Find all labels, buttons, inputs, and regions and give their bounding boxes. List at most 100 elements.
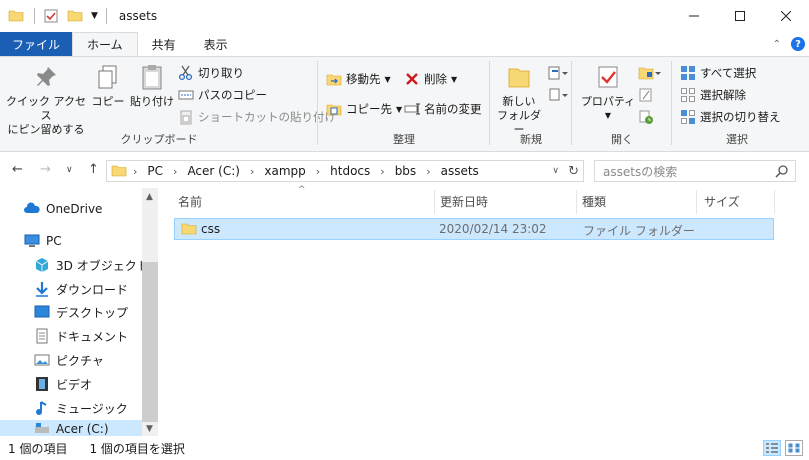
maximize-button[interactable] bbox=[717, 0, 763, 32]
copy-to-icon bbox=[326, 104, 342, 116]
details-view-button[interactable] bbox=[763, 440, 781, 456]
column-divider[interactable] bbox=[434, 190, 435, 214]
breadcrumb-chevron-icon[interactable]: › bbox=[250, 165, 254, 178]
column-header-type[interactable]: 種類 bbox=[582, 188, 694, 214]
group-new: 新しい フォルダー 新規 bbox=[490, 57, 572, 151]
nav-scrollbar[interactable]: ▲ ▼ bbox=[142, 188, 158, 436]
breadcrumb-assets[interactable]: assets bbox=[441, 164, 479, 178]
cloud-icon bbox=[24, 202, 40, 213]
nav-item-music[interactable]: ミュージック bbox=[34, 397, 128, 419]
breadcrumb-chevron-icon[interactable]: › bbox=[316, 165, 320, 178]
scroll-up-icon[interactable]: ▲ bbox=[146, 192, 153, 202]
copy-to-button[interactable]: コピー先 ▼ bbox=[326, 99, 402, 119]
scroll-down-icon[interactable]: ▼ bbox=[146, 424, 153, 434]
select-none-button[interactable]: 選択解除 bbox=[680, 85, 746, 105]
paste-shortcut-button[interactable]: ショートカットの貼り付け bbox=[178, 107, 336, 127]
properties-icon bbox=[598, 66, 618, 88]
select-all-button[interactable]: すべて選択 bbox=[680, 63, 756, 83]
column-divider[interactable] bbox=[696, 190, 697, 214]
tab-view[interactable]: 表示 bbox=[190, 32, 242, 56]
nav-item-videos[interactable]: ビデオ bbox=[34, 373, 92, 395]
address-history-chevron-icon[interactable]: ∨ bbox=[552, 166, 559, 176]
picture-icon bbox=[34, 354, 50, 366]
properties-icon[interactable] bbox=[43, 8, 59, 24]
forward-arrow-icon[interactable]: → bbox=[40, 162, 51, 177]
recent-chevron-icon[interactable]: ∨ bbox=[66, 165, 73, 175]
copy-to-label: コピー先 bbox=[346, 102, 392, 116]
minimize-button[interactable] bbox=[671, 0, 717, 32]
tab-share[interactable]: 共有 bbox=[138, 32, 190, 56]
delete-button[interactable]: 削除 ▼ bbox=[404, 69, 457, 89]
file-name: css bbox=[201, 222, 221, 236]
back-arrow-icon[interactable]: ← bbox=[12, 162, 23, 177]
cut-button[interactable]: 切り取り bbox=[178, 63, 244, 83]
delete-x-icon bbox=[406, 73, 418, 85]
nav-item-pictures[interactable]: ピクチャ bbox=[34, 349, 104, 371]
move-to-button[interactable]: 移動先 ▼ bbox=[326, 69, 391, 89]
nav-item-pc[interactable]: PC bbox=[24, 230, 62, 252]
history-icon[interactable] bbox=[638, 109, 654, 125]
copy-path-button[interactable]: パスのコピー bbox=[178, 85, 267, 105]
dropdown-chevron-icon: ▼ bbox=[384, 74, 391, 84]
column-header-name[interactable]: 名前 bbox=[178, 188, 434, 214]
refresh-icon[interactable]: ↻ bbox=[568, 164, 579, 179]
download-arrow-icon bbox=[36, 282, 48, 297]
column-divider[interactable] bbox=[576, 190, 577, 214]
breadcrumb-chevron-icon[interactable]: › bbox=[426, 165, 430, 178]
copy-button[interactable]: コピー bbox=[88, 63, 128, 109]
large-icons-view-button[interactable] bbox=[785, 440, 803, 456]
help-icon[interactable]: ? bbox=[791, 37, 805, 51]
collapse-ribbon-chevron-icon[interactable]: ⌃ bbox=[773, 39, 781, 50]
nav-item-documents[interactable]: ドキュメント bbox=[34, 325, 128, 347]
pin-label-line1: クイック アクセス bbox=[6, 95, 86, 122]
rename-label: 名前の変更 bbox=[424, 102, 482, 116]
divider bbox=[105, 8, 107, 24]
scrollbar-thumb[interactable] bbox=[142, 262, 158, 422]
breadcrumb-chevron-icon[interactable]: › bbox=[173, 165, 177, 178]
column-divider[interactable] bbox=[774, 190, 775, 214]
breadcrumb-acer-c[interactable]: Acer (C:) bbox=[187, 164, 240, 178]
invert-selection-label: 選択の切り替え bbox=[700, 110, 781, 124]
properties-button[interactable]: プロパティ ▼ bbox=[580, 63, 636, 123]
tab-home[interactable]: ホーム bbox=[72, 32, 138, 56]
nav-item-acer-c[interactable]: Acer (C:) bbox=[34, 421, 109, 437]
breadcrumb-bbs[interactable]: bbs bbox=[395, 164, 417, 178]
nav-item-desktop[interactable]: デスクトップ bbox=[34, 301, 128, 323]
invert-selection-button[interactable]: 選択の切り替え bbox=[680, 107, 781, 127]
breadcrumb-pc[interactable]: PC bbox=[147, 164, 163, 178]
nav-item-downloads[interactable]: ダウンロード bbox=[34, 278, 128, 300]
breadcrumb-chevron-icon[interactable]: › bbox=[380, 165, 384, 178]
edit-icon[interactable] bbox=[638, 87, 654, 103]
customize-qa-chevron-icon[interactable]: ▼ bbox=[91, 11, 98, 21]
cube-icon bbox=[35, 258, 49, 272]
table-row[interactable]: css 2020/02/14 23:02 ファイル フォルダー bbox=[174, 218, 774, 240]
column-header-modified[interactable]: 更新日時 bbox=[440, 188, 576, 214]
paste-button[interactable]: 貼り付け bbox=[130, 63, 174, 109]
copy-icon bbox=[98, 65, 117, 89]
minimize-icon bbox=[689, 15, 699, 17]
up-arrow-icon[interactable]: ↑ bbox=[88, 162, 99, 177]
breadcrumb-htdocs[interactable]: htdocs bbox=[330, 164, 370, 178]
invert-selection-icon bbox=[681, 110, 695, 124]
easy-access-icon[interactable] bbox=[548, 87, 568, 103]
address-bar[interactable]: › PC › Acer (C:) › xampp › htdocs › bbs … bbox=[106, 160, 584, 182]
close-button[interactable] bbox=[763, 0, 809, 32]
nav-label: ドキュメント bbox=[56, 329, 129, 344]
new-item-icon[interactable] bbox=[548, 65, 568, 81]
nav-item-onedrive[interactable]: OneDrive bbox=[24, 198, 102, 220]
breadcrumb-chevron-icon[interactable]: › bbox=[133, 165, 137, 178]
nav-label: ミュージック bbox=[56, 401, 128, 416]
breadcrumb-xampp[interactable]: xampp bbox=[264, 164, 305, 178]
column-label: サイズ bbox=[704, 194, 740, 209]
search-input[interactable]: assetsの検索 bbox=[594, 160, 796, 182]
column-header-size[interactable]: サイズ bbox=[704, 188, 774, 214]
column-label: 更新日時 bbox=[440, 194, 489, 209]
tab-file[interactable]: ファイル bbox=[0, 32, 73, 56]
new-folder-icon[interactable] bbox=[67, 8, 83, 24]
new-folder-button[interactable]: 新しい フォルダー bbox=[494, 63, 544, 137]
open-folder-icon[interactable] bbox=[638, 65, 662, 81]
pin-to-quick-access-button[interactable]: クイック アクセス にピン留めする bbox=[6, 63, 86, 137]
rename-button[interactable]: 名前の変更 bbox=[404, 99, 482, 119]
nav-item-3d-objects[interactable]: 3D オブジェクト bbox=[34, 254, 149, 276]
nav-label: ダウンロード bbox=[56, 282, 129, 297]
